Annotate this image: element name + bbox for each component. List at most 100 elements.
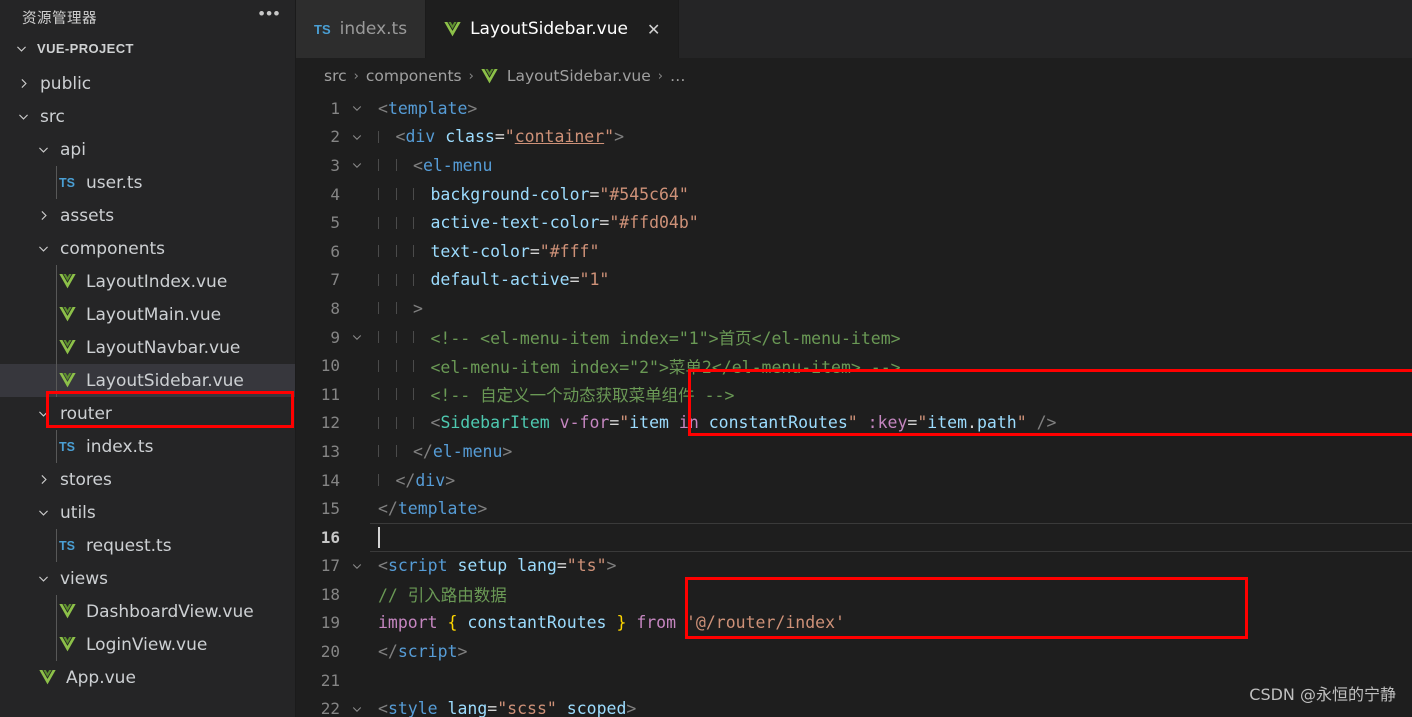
tree-item-dashboardview-vue[interactable]: DashboardView.vue	[0, 595, 295, 628]
fold-chevron-down-icon[interactable]	[344, 560, 370, 572]
line-number: 12	[320, 413, 340, 433]
code-line[interactable]: 7 default-active = "1"	[296, 266, 1412, 295]
tree-indent-guide	[56, 595, 57, 628]
code-token: item	[927, 413, 968, 433]
code-token: =	[487, 699, 498, 717]
line-number: 10	[320, 356, 340, 376]
code-line[interactable]: 14 </div >	[296, 466, 1412, 495]
code-line[interactable]: 13 </el-menu >	[296, 437, 1412, 466]
close-icon[interactable]: ✕	[647, 20, 660, 39]
code-token: <	[413, 155, 423, 175]
explorer-root-label: VUE-PROJECT	[37, 40, 134, 56]
code-token: background-color	[430, 184, 590, 204]
code-line[interactable]: 2 < div class = " container " >	[296, 123, 1412, 152]
chevron-down-icon[interactable]	[32, 572, 54, 585]
code-token: <	[378, 699, 388, 717]
code-line[interactable]: 11 <!-- 自定义一个动态获取菜单组件 -->	[296, 380, 1412, 409]
fold-chevron-down-icon[interactable]	[344, 703, 370, 715]
code-line[interactable]: 17 < script setup lang = "ts" >	[296, 552, 1412, 581]
tree-item-stores[interactable]: stores	[0, 463, 295, 496]
breadcrumb-item[interactable]: src	[324, 67, 347, 85]
fold-chevron-down-icon[interactable]	[344, 102, 370, 114]
code-token: lang	[447, 699, 488, 717]
tab-layoutsidebar-vue[interactable]: LayoutSidebar.vue ✕	[426, 0, 680, 58]
code-line[interactable]: 5 active-text-color = "#ffd04b"	[296, 208, 1412, 237]
code-line[interactable]: 18 // 引入路由数据	[296, 580, 1412, 609]
watermark: CSDN @永恒的宁静	[1249, 685, 1396, 704]
code-token: =	[609, 413, 620, 433]
code-token: scoped	[566, 699, 627, 717]
tree-item-layoutmain-vue[interactable]: LayoutMain.vue	[0, 298, 295, 331]
line-number: 18	[320, 584, 340, 604]
chevron-down-icon[interactable]	[32, 407, 54, 420]
file-tree: public src api TS user.ts assets components Lay…	[0, 61, 295, 694]
code-line[interactable]: 19 import { constantRoutes } from '@/rout…	[296, 609, 1412, 638]
code-line[interactable]: 22 < style lang = "scss" scoped >	[296, 694, 1412, 717]
code-line-content: </template >	[370, 499, 1412, 518]
fold-chevron-down-icon[interactable]	[344, 131, 370, 143]
breadcrumb-item[interactable]: LayoutSidebar.vue	[507, 67, 651, 85]
breadcrumb-item[interactable]: components	[366, 67, 462, 85]
tree-item-src[interactable]: src	[0, 100, 295, 133]
breadcrumb-item[interactable]: …	[670, 67, 686, 85]
explorer-root-folder[interactable]: VUE-PROJECT	[0, 35, 295, 61]
tree-item-views[interactable]: views	[0, 562, 295, 595]
tree-item-router[interactable]: router	[0, 397, 295, 430]
code-line[interactable]: 10 <el-menu-item index="2">菜单2</el-menu-i…	[296, 351, 1412, 380]
code-token: <!-- 自定义一个动态获取菜单组件 -->	[430, 386, 735, 406]
tree-item-label: utils	[60, 502, 96, 523]
tree-item-api[interactable]: api	[0, 133, 295, 166]
tree-item-request-ts[interactable]: TS request.ts	[0, 529, 295, 562]
tree-item-user-ts[interactable]: TS user.ts	[0, 166, 295, 199]
code-token: "scss"	[497, 699, 557, 717]
code-line[interactable]: 21	[296, 666, 1412, 695]
tree-item-layoutsidebar-vue[interactable]: LayoutSidebar.vue	[0, 364, 295, 397]
code-line[interactable]: 15 </template >	[296, 494, 1412, 523]
code-token: =	[907, 413, 918, 433]
code-token: </	[413, 441, 433, 461]
code-token: SidebarItem	[440, 413, 550, 433]
code-line[interactable]: 1 < template >	[296, 94, 1412, 123]
chevron-right-icon[interactable]	[12, 77, 34, 90]
code-line[interactable]: 9 <!-- <el-menu-item index="1">首页</el-men…	[296, 323, 1412, 352]
code-line[interactable]: 6 text-color = "#fff"	[296, 237, 1412, 266]
code-line[interactable]: 8 >	[296, 294, 1412, 323]
fold-chevron-down-icon[interactable]	[344, 159, 370, 171]
tree-item-loginview-vue[interactable]: LoginView.vue	[0, 628, 295, 661]
code-line[interactable]: 16	[296, 522, 1412, 552]
chevron-down-icon[interactable]	[32, 143, 54, 156]
fold-chevron-down-icon[interactable]	[344, 331, 370, 343]
tree-item-app-vue[interactable]: App.vue	[0, 661, 295, 694]
tree-item-components[interactable]: components	[0, 232, 295, 265]
tab-index-ts[interactable]: TS index.ts	[296, 0, 427, 58]
code-line-content: // 引入路由数据	[370, 582, 1412, 606]
tree-item-assets[interactable]: assets	[0, 199, 295, 232]
tree-item-layoutnavbar-vue[interactable]: LayoutNavbar.vue	[0, 331, 295, 364]
tree-item-public[interactable]: public	[0, 67, 295, 100]
tree-item-index-ts[interactable]: TS index.ts	[0, 430, 295, 463]
tree-item-label: assets	[60, 205, 115, 226]
code-line[interactable]: 20 </script >	[296, 637, 1412, 666]
chevron-down-icon[interactable]	[12, 110, 34, 123]
chevron-right-icon[interactable]	[32, 209, 54, 222]
code-editor[interactable]: 1 < template >2 < div class = " container " >3 < el-…	[296, 94, 1412, 717]
code-token: script	[387, 556, 448, 576]
code-line[interactable]: 12 < SidebarItem v-for = " item in constantRo…	[296, 409, 1412, 438]
chevron-down-icon[interactable]	[32, 506, 54, 519]
code-token: />	[1036, 413, 1057, 433]
chevron-right-icon[interactable]	[32, 473, 54, 486]
code-line[interactable]: 3 < el-menu	[296, 151, 1412, 180]
tree-item-utils[interactable]: utils	[0, 496, 295, 529]
explorer-title: 资源管理器	[22, 11, 97, 27]
code-token: >	[467, 98, 478, 118]
code-token: item	[629, 413, 669, 433]
chevron-down-icon[interactable]	[32, 242, 54, 255]
code-line-content: <!-- 自定义一个动态获取菜单组件 -->	[370, 382, 1412, 406]
code-line[interactable]: 4 background-color = "#545c64"	[296, 180, 1412, 209]
tree-item-layoutindex-vue[interactable]: LayoutIndex.vue	[0, 265, 295, 298]
more-actions-icon[interactable]: •••	[259, 5, 281, 26]
line-number: 20	[320, 642, 340, 662]
code-token: "#fff"	[539, 241, 600, 261]
